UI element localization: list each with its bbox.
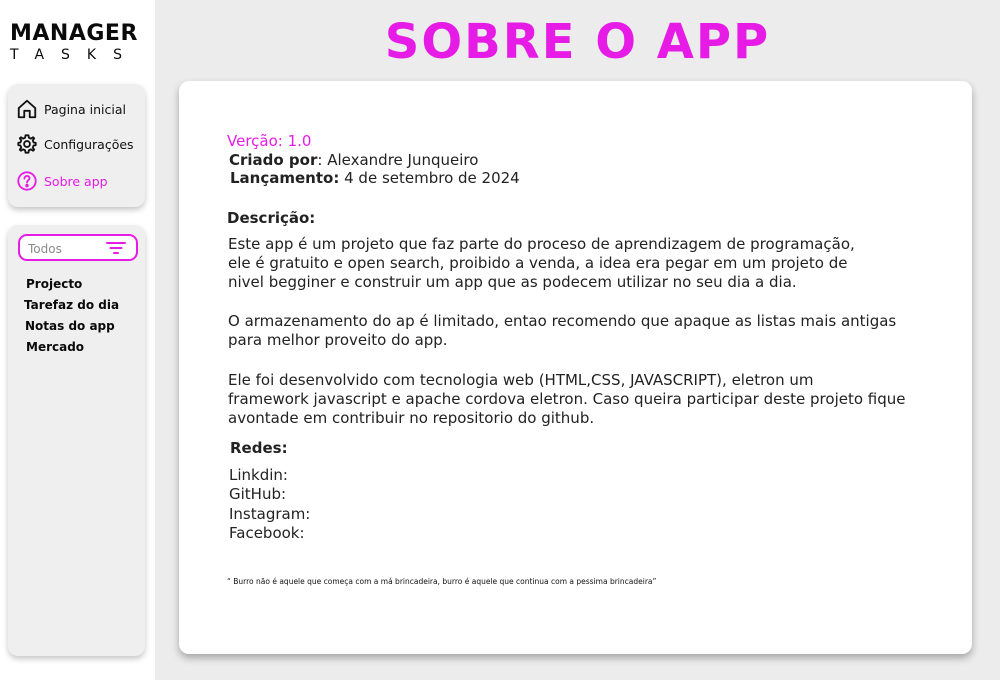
creator-label: Criado por (229, 151, 318, 169)
launch-value: 4 de setembro de 2024 (339, 169, 520, 187)
nav-item-label: Pagina inicial (44, 101, 126, 117)
nav-item-home[interactable]: Pagina inicial (16, 98, 126, 120)
description-paragraph-2: O armazenamento do ap é limitado, entao … (228, 312, 897, 349)
description-paragraph-1: Este app é um projeto que faz parte do p… (228, 235, 855, 291)
logo-sub-text: TASKS (10, 47, 139, 63)
nav-item-label: Sobre app (44, 173, 108, 189)
creator-value: : Alexandre Junqueiro (317, 151, 479, 169)
network-linkedin[interactable]: Linkdin: (229, 466, 288, 485)
nav-item-about[interactable]: Sobre app (16, 170, 108, 192)
nav-item-label: Configurações (44, 136, 134, 152)
version-value: 1.0 (282, 132, 312, 150)
about-card: Verção: 1.0 Criado por: Alexandre Junque… (179, 81, 972, 654)
version-line: Verção: 1.0 (227, 132, 311, 151)
description-paragraph-3: Ele foi desenvolvido com tecnologia web … (228, 371, 906, 427)
gear-icon (17, 134, 37, 154)
network-github[interactable]: GitHub: (229, 485, 286, 504)
network-instagram[interactable]: Instagram: (229, 505, 310, 524)
filter-input[interactable] (28, 240, 100, 257)
home-icon (17, 99, 37, 119)
description-heading: Descrição: (227, 209, 316, 227)
sidebar: MANAGER TASKS Pagina inicial Configuraçõ… (0, 0, 155, 680)
app-logo: MANAGER TASKS (10, 21, 150, 64)
version-label: Verção: (227, 132, 283, 150)
project-item[interactable]: Tarefaz do dia (24, 298, 119, 319)
project-item[interactable]: Projecto (26, 277, 119, 298)
creator-line: Criado por: Alexandre Junqueiro (229, 151, 478, 170)
project-list: Projecto Tarefaz do dia Notas do app Mer… (24, 277, 119, 361)
project-item[interactable]: Notas do app (25, 319, 119, 340)
nav-menu: Pagina inicial Configurações Sobre app (8, 84, 145, 207)
filter-box (18, 234, 138, 261)
project-item[interactable]: Mercado (26, 340, 119, 361)
networks-heading: Redes: (230, 439, 288, 457)
network-facebook[interactable]: Facebook: (229, 524, 305, 543)
logo-main-text: MANAGER (10, 21, 138, 46)
project-panel: Projecto Tarefaz do dia Notas do app Mer… (8, 225, 145, 656)
launch-label: Lançamento: (230, 169, 340, 187)
help-circle-icon (17, 171, 37, 191)
footer-quote: “ Burro não é aquele que começa com a má… (227, 577, 657, 586)
launch-line: Lançamento: 4 de setembro de 2024 (230, 169, 520, 188)
nav-item-settings[interactable]: Configurações (16, 133, 134, 155)
page-title: SOBRE O APP (384, 14, 771, 70)
filter-icon[interactable] (106, 241, 126, 255)
